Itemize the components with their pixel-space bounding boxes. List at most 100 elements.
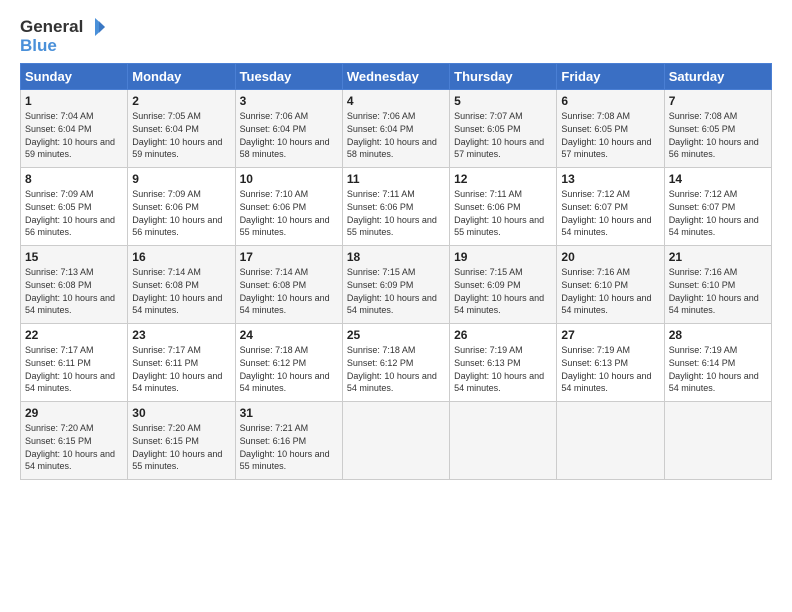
day-info: Sunrise: 7:12 AMSunset: 6:07 PMDaylight:… — [561, 188, 659, 238]
calendar-cell: 7 Sunrise: 7:08 AMSunset: 6:05 PMDaylight… — [664, 90, 771, 168]
day-number: 25 — [347, 328, 445, 342]
calendar-cell: 9Sunrise: 7:09 AMSunset: 6:06 PMDaylight… — [128, 168, 235, 246]
calendar-cell: 23Sunrise: 7:17 AMSunset: 6:11 PMDayligh… — [128, 324, 235, 402]
calendar-week-1: 1Sunrise: 7:04 AMSunset: 6:04 PMDaylight… — [21, 90, 772, 168]
day-number: 22 — [25, 328, 123, 342]
calendar-cell: 12Sunrise: 7:11 AMSunset: 6:06 PMDayligh… — [450, 168, 557, 246]
logo-text: General — [20, 18, 105, 37]
calendar-table: SundayMondayTuesdayWednesdayThursdayFrid… — [20, 63, 772, 480]
day-number: 3 — [240, 94, 338, 108]
day-info: Sunrise: 7:08 AMSunset: 6:05 PMDaylight:… — [669, 110, 767, 160]
calendar-cell: 8 Sunrise: 7:09 AMSunset: 6:05 PMDaylight… — [21, 168, 128, 246]
header: General Blue — [20, 18, 772, 55]
calendar-cell: 22 Sunrise: 7:17 AMSunset: 6:11 PMDayligh… — [21, 324, 128, 402]
calendar-cell: 10 Sunrise: 7:10 AMSunset: 6:06 PMDayligh… — [235, 168, 342, 246]
day-info: Sunrise: 7:07 AMSunset: 6:05 PMDaylight:… — [454, 110, 552, 160]
day-number: 11 — [347, 172, 445, 186]
logo-general-text: General — [20, 18, 83, 37]
calendar-cell: 11Sunrise: 7:11 AMSunset: 6:06 PMDayligh… — [342, 168, 449, 246]
day-info: Sunrise: 7:10 AMSunset: 6:06 PMDaylight:… — [240, 188, 338, 238]
logo-container: General Blue — [20, 18, 105, 55]
day-header-thursday: Thursday — [450, 64, 557, 90]
calendar-cell: 6Sunrise: 7:08 AMSunset: 6:05 PMDaylight… — [557, 90, 664, 168]
calendar-cell: 25 Sunrise: 7:18 AMSunset: 6:12 PMDayligh… — [342, 324, 449, 402]
calendar-cell: 18Sunrise: 7:15 AMSunset: 6:09 PMDayligh… — [342, 246, 449, 324]
day-info: Sunrise: 7:09 AMSunset: 6:05 PMDaylight:… — [25, 188, 123, 238]
day-info: Sunrise: 7:16 AMSunset: 6:10 PMDaylight:… — [669, 266, 767, 316]
day-info: Sunrise: 7:16 AMSunset: 6:10 PMDaylight:… — [561, 266, 659, 316]
calendar-cell — [450, 402, 557, 480]
day-number: 13 — [561, 172, 659, 186]
day-number: 9 — [132, 172, 230, 186]
calendar-cell: 29 Sunrise: 7:20 AMSunset: 6:15 PMDayligh… — [21, 402, 128, 480]
calendar-cell — [342, 402, 449, 480]
day-number: 17 — [240, 250, 338, 264]
day-number: 31 — [240, 406, 338, 420]
day-number: 6 — [561, 94, 659, 108]
day-number: 29 — [25, 406, 123, 420]
day-number: 24 — [240, 328, 338, 342]
day-number: 27 — [561, 328, 659, 342]
day-info: Sunrise: 7:19 AMSunset: 6:13 PMDaylight:… — [561, 344, 659, 394]
day-info: Sunrise: 7:12 AMSunset: 6:07 PMDaylight:… — [669, 188, 767, 238]
day-info: Sunrise: 7:20 AMSunset: 6:15 PMDaylight:… — [25, 422, 123, 472]
day-header-monday: Monday — [128, 64, 235, 90]
day-info: Sunrise: 7:14 AMSunset: 6:08 PMDaylight:… — [132, 266, 230, 316]
logo-flag-icon — [85, 18, 105, 36]
day-number: 14 — [669, 172, 767, 186]
day-number: 10 — [240, 172, 338, 186]
calendar-cell: 28 Sunrise: 7:19 AMSunset: 6:14 PMDayligh… — [664, 324, 771, 402]
day-number: 18 — [347, 250, 445, 264]
calendar-week-3: 15 Sunrise: 7:13 AMSunset: 6:08 PMDayligh… — [21, 246, 772, 324]
calendar-cell — [557, 402, 664, 480]
day-number: 21 — [669, 250, 767, 264]
calendar-cell: 2Sunrise: 7:05 AMSunset: 6:04 PMDaylight… — [128, 90, 235, 168]
calendar-cell: 5 Sunrise: 7:07 AMSunset: 6:05 PMDaylight… — [450, 90, 557, 168]
calendar-cell: 1Sunrise: 7:04 AMSunset: 6:04 PMDaylight… — [21, 90, 128, 168]
calendar-week-5: 29 Sunrise: 7:20 AMSunset: 6:15 PMDayligh… — [21, 402, 772, 480]
calendar-cell: 4 Sunrise: 7:06 AMSunset: 6:04 PMDaylight… — [342, 90, 449, 168]
day-number: 8 — [25, 172, 123, 186]
day-header-wednesday: Wednesday — [342, 64, 449, 90]
day-info: Sunrise: 7:18 AMSunset: 6:12 PMDaylight:… — [240, 344, 338, 394]
day-header-sunday: Sunday — [21, 64, 128, 90]
logo-blue-text: Blue — [20, 37, 105, 56]
calendar-cell: 20 Sunrise: 7:16 AMSunset: 6:10 PMDayligh… — [557, 246, 664, 324]
day-number: 19 — [454, 250, 552, 264]
calendar-page: General Blue SundayMondayTuesdayWednesda… — [0, 0, 792, 490]
calendar-week-2: 8 Sunrise: 7:09 AMSunset: 6:05 PMDaylight… — [21, 168, 772, 246]
day-info: Sunrise: 7:14 AMSunset: 6:08 PMDaylight:… — [240, 266, 338, 316]
day-number: 5 — [454, 94, 552, 108]
calendar-cell: 26Sunrise: 7:19 AMSunset: 6:13 PMDayligh… — [450, 324, 557, 402]
day-info: Sunrise: 7:06 AMSunset: 6:04 PMDaylight:… — [347, 110, 445, 160]
day-number: 1 — [25, 94, 123, 108]
day-info: Sunrise: 7:15 AMSunset: 6:09 PMDaylight:… — [454, 266, 552, 316]
day-info: Sunrise: 7:18 AMSunset: 6:12 PMDaylight:… — [347, 344, 445, 394]
day-info: Sunrise: 7:13 AMSunset: 6:08 PMDaylight:… — [25, 266, 123, 316]
day-number: 28 — [669, 328, 767, 342]
calendar-week-4: 22 Sunrise: 7:17 AMSunset: 6:11 PMDayligh… — [21, 324, 772, 402]
day-info: Sunrise: 7:19 AMSunset: 6:13 PMDaylight:… — [454, 344, 552, 394]
calendar-cell: 13 Sunrise: 7:12 AMSunset: 6:07 PMDayligh… — [557, 168, 664, 246]
calendar-cell: 17 Sunrise: 7:14 AMSunset: 6:08 PMDayligh… — [235, 246, 342, 324]
day-number: 30 — [132, 406, 230, 420]
day-header-friday: Friday — [557, 64, 664, 90]
day-number: 2 — [132, 94, 230, 108]
calendar-cell: 15 Sunrise: 7:13 AMSunset: 6:08 PMDayligh… — [21, 246, 128, 324]
day-number: 23 — [132, 328, 230, 342]
day-number: 15 — [25, 250, 123, 264]
calendar-cell — [664, 402, 771, 480]
day-info: Sunrise: 7:17 AMSunset: 6:11 PMDaylight:… — [25, 344, 123, 394]
day-info: Sunrise: 7:19 AMSunset: 6:14 PMDaylight:… — [669, 344, 767, 394]
day-number: 4 — [347, 94, 445, 108]
calendar-cell: 14 Sunrise: 7:12 AMSunset: 6:07 PMDayligh… — [664, 168, 771, 246]
day-number: 20 — [561, 250, 659, 264]
day-info: Sunrise: 7:21 AMSunset: 6:16 PMDaylight:… — [240, 422, 338, 472]
logo: General Blue — [20, 18, 105, 55]
calendar-cell: 16Sunrise: 7:14 AMSunset: 6:08 PMDayligh… — [128, 246, 235, 324]
day-info: Sunrise: 7:20 AMSunset: 6:15 PMDaylight:… — [132, 422, 230, 472]
calendar-cell: 27 Sunrise: 7:19 AMSunset: 6:13 PMDayligh… — [557, 324, 664, 402]
calendar-cell: 19 Sunrise: 7:15 AMSunset: 6:09 PMDayligh… — [450, 246, 557, 324]
day-number: 7 — [669, 94, 767, 108]
calendar-cell: 24 Sunrise: 7:18 AMSunset: 6:12 PMDayligh… — [235, 324, 342, 402]
